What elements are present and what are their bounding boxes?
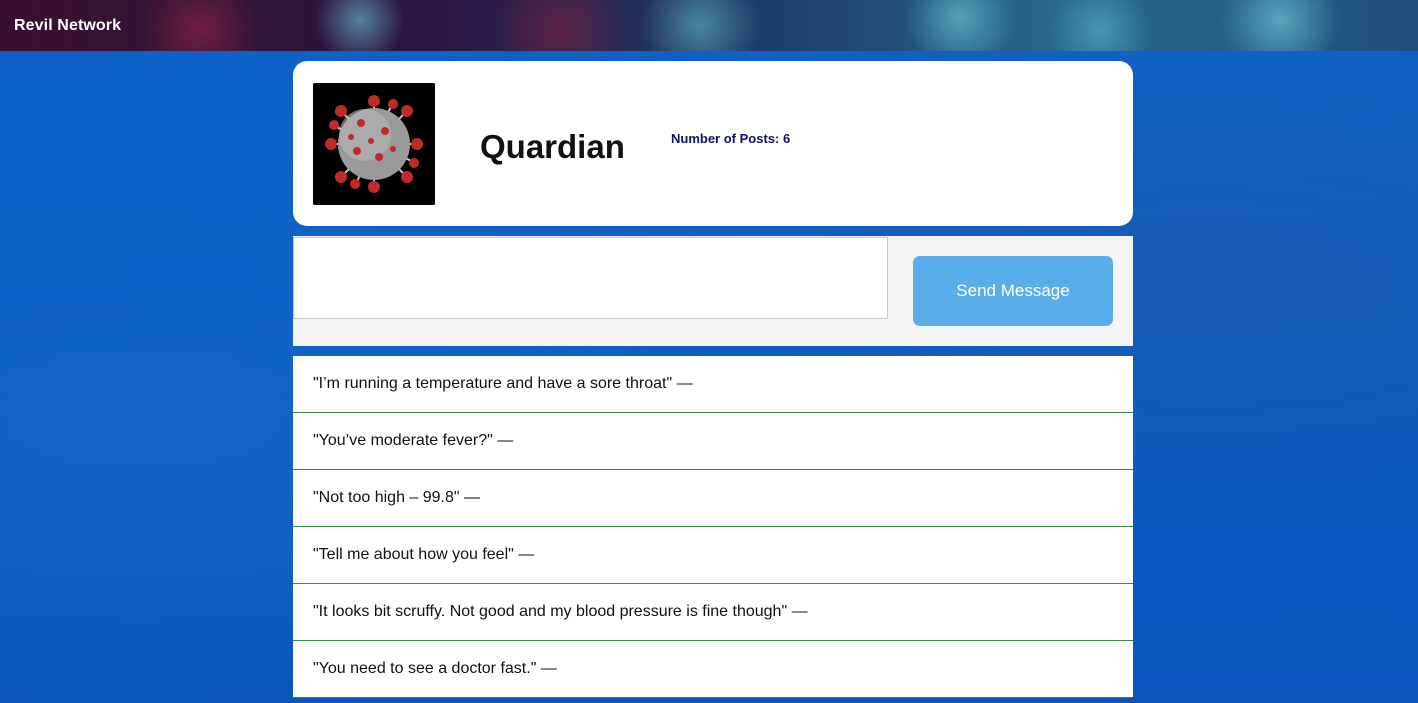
coronavirus-image	[313, 83, 435, 205]
message-item: "Tell me about how you feel" —	[293, 527, 1133, 584]
message-item: "It looks bit scruffy. Not good and my b…	[293, 584, 1133, 641]
posts-count: Number of Posts: 6	[671, 131, 791, 146]
compose-area: Send Message	[293, 236, 1133, 346]
message-input[interactable]	[293, 237, 888, 319]
top-navbar: Revil Network	[0, 0, 1418, 51]
send-message-button[interactable]: Send Message	[913, 256, 1113, 326]
profile-name: Quardian	[480, 128, 625, 165]
avatar	[313, 83, 435, 205]
message-item: "You need to see a doctor fast." —	[293, 641, 1133, 698]
message-item: "I’m running a temperature and have a so…	[293, 356, 1133, 413]
message-list: "I’m running a temperature and have a so…	[293, 356, 1133, 698]
message-item: "You’ve moderate fever?" —	[293, 413, 1133, 470]
message-item: "Not too high – 99.8" —	[293, 470, 1133, 527]
brand-link[interactable]: Revil Network	[14, 17, 121, 35]
profile-card: Quardian Number of Posts: 6	[293, 61, 1133, 226]
